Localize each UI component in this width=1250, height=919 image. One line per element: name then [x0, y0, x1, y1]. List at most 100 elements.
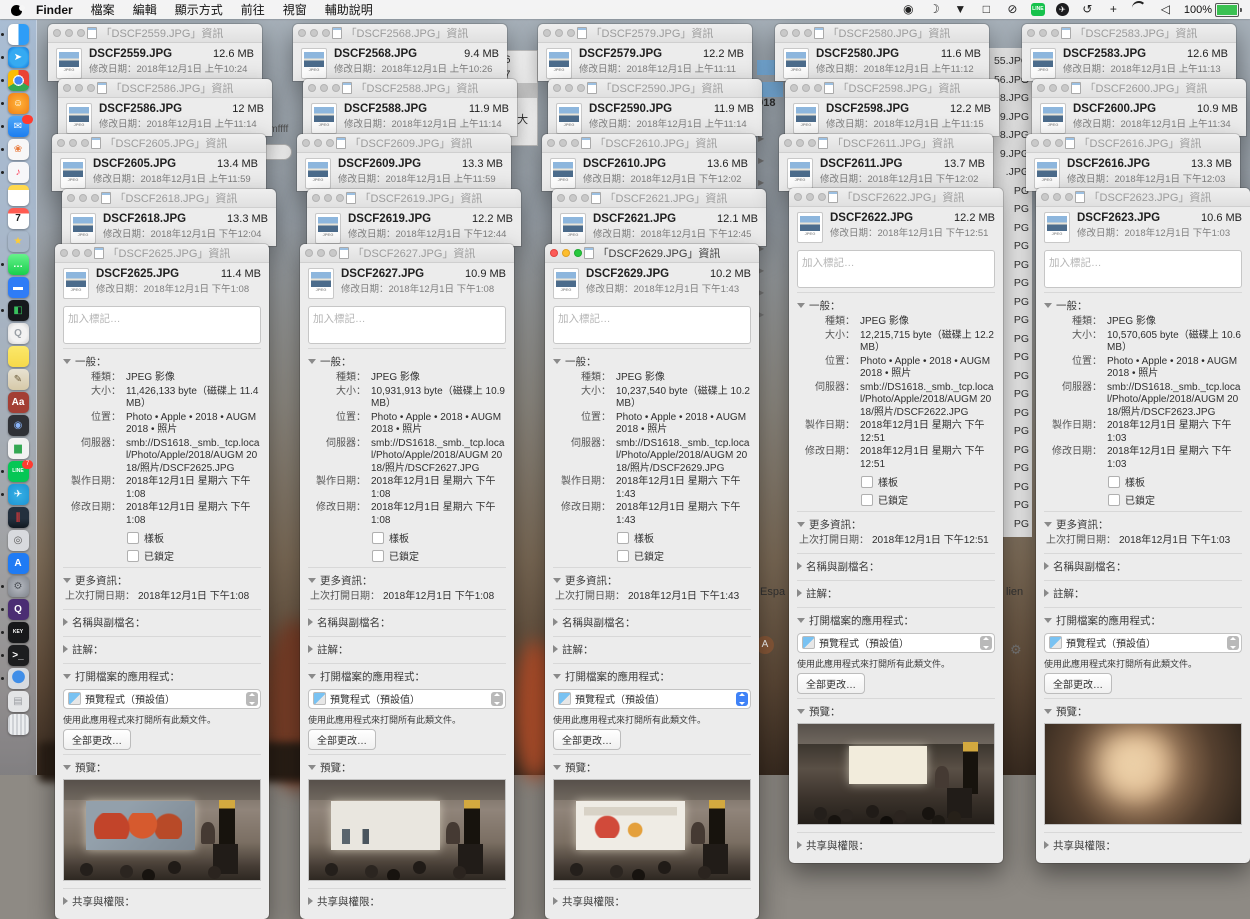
zoom-button[interactable] [1061, 84, 1069, 92]
close-button[interactable] [543, 29, 551, 37]
select-stepper-icon[interactable] [1227, 636, 1239, 650]
close-button[interactable] [794, 193, 802, 201]
minimize-button[interactable] [72, 249, 80, 257]
window-titlebar[interactable]: 「DSCF2605.JPG」資訊 [52, 134, 266, 153]
sharing-header[interactable]: 共享與權限： [1044, 836, 1242, 855]
window-titlebar[interactable]: 「DSCF2590.JPG」資訊 [548, 79, 762, 98]
zoom-button[interactable] [84, 249, 92, 257]
close-button[interactable] [557, 194, 565, 202]
close-button[interactable] [302, 139, 310, 147]
crosshair-icon[interactable]: + [1106, 1, 1121, 18]
apple-menu-icon[interactable] [10, 3, 23, 16]
change-all-button[interactable]: 全部更改… [1044, 673, 1112, 694]
photos-icon[interactable]: ❀ [8, 139, 29, 160]
minimize-button[interactable] [79, 194, 87, 202]
sharing-header[interactable]: 共享與權限： [797, 836, 995, 855]
volume-icon[interactable]: ◁ [1158, 1, 1173, 18]
disclosure-triangle-icon[interactable] [1044, 522, 1052, 527]
file-list-item[interactable]: .JPG [987, 163, 1029, 182]
window-titlebar[interactable]: 「DSCF2622.JPG」資訊 [789, 188, 1003, 207]
dock-item-dark-utility[interactable]: ◧ [0, 299, 36, 322]
general-section-header[interactable]: 一般： [63, 352, 261, 371]
info-window-DSCF2598.JPG[interactable]: 「DSCF2598.JPG」資訊 JPEG DSCF2598.JPG 12.2 … [785, 79, 999, 136]
open-with-select[interactable]: 預覽程式（預設值） [1044, 633, 1242, 653]
minimize-button[interactable] [317, 249, 325, 257]
open-with-header[interactable]: 打開檔案的應用程式： [308, 667, 506, 686]
info-window-DSCF2590.JPG[interactable]: 「DSCF2590.JPG」資訊 JPEG DSCF2590.JPG 11.9 … [548, 79, 762, 136]
moon-icon[interactable]: ☽ [927, 1, 942, 18]
select-stepper-icon[interactable] [246, 692, 258, 706]
comments-header[interactable]: 註解： [308, 640, 506, 659]
dock-item-notes[interactable] [0, 184, 36, 207]
close-button[interactable] [312, 194, 320, 202]
sharing-header[interactable]: 共享與權限： [63, 892, 261, 911]
zoom-button[interactable] [329, 249, 337, 257]
close-button[interactable] [780, 29, 788, 37]
window-manager-icon[interactable]: □ [979, 1, 994, 18]
info-window-DSCF2605.JPG[interactable]: 「DSCF2605.JPG」資訊 JPEG DSCF2605.JPG 13.4 … [52, 134, 266, 191]
info-window-DSCF2610.JPG[interactable]: 「DSCF2610.JPG」資訊 JPEG DSCF2610.JPG 13.6 … [542, 134, 756, 191]
disclosure-triangle-icon[interactable] [553, 618, 558, 626]
info-window-DSCF2559.JPG[interactable]: 「DSCF2559.JPG」資訊 JPEG DSCF2559.JPG 12.6 … [48, 24, 262, 81]
close-button[interactable] [53, 29, 61, 37]
name-extension-header[interactable]: 名稱與副檔名： [797, 557, 995, 576]
safari-icon[interactable]: ➤ [8, 47, 29, 68]
zoom-button[interactable] [322, 29, 330, 37]
chrome-icon[interactable] [8, 70, 29, 91]
window-titlebar[interactable]: 「DSCF2616.JPG」資訊 [1026, 134, 1240, 153]
menu-edit[interactable]: 編輯 [124, 1, 166, 18]
comments-header[interactable]: 註解： [553, 640, 751, 659]
general-section-header[interactable]: 一般： [1044, 296, 1242, 315]
window-titlebar[interactable]: 「DSCF2610.JPG」資訊 [542, 134, 756, 153]
name-extension-header[interactable]: 名稱與副檔名： [63, 613, 261, 632]
dock-item-printer[interactable]: ▤ [0, 690, 36, 713]
info-window-DSCF2623.JPG[interactable]: 「DSCF2623.JPG」資訊 JPEG DSCF2623.JPG 10.6 … [1036, 188, 1250, 863]
window-titlebar[interactable]: 「DSCF2580.JPG」資訊 [775, 24, 989, 43]
window-titlebar[interactable]: 「DSCF2621.JPG」資訊 [552, 189, 766, 208]
menu-help[interactable]: 輔助說明 [316, 1, 382, 18]
info-window-DSCF2621.JPG[interactable]: 「DSCF2621.JPG」資訊 JPEG DSCF2621.JPG 12.1 … [552, 189, 766, 246]
preview-header[interactable]: 預覽： [308, 758, 506, 777]
disclosure-triangle-icon[interactable] [797, 522, 805, 527]
disclosure-triangle-icon[interactable] [553, 645, 558, 653]
orange-face-app-icon[interactable]: ☺ [8, 93, 29, 114]
stationery-pad-checkbox[interactable] [861, 476, 873, 488]
window-titlebar[interactable]: 「DSCF2623.JPG」資訊 [1036, 188, 1250, 207]
dock-item-itunes[interactable]: ♪ [0, 161, 36, 184]
window-titlebar[interactable]: 「DSCF2629.JPG」資訊 [545, 244, 759, 263]
close-button[interactable] [784, 139, 792, 147]
calendar-icon[interactable]: 7 [8, 208, 29, 229]
name-extension-header[interactable]: 名稱與副檔名： [308, 613, 506, 632]
info-window-DSCF2580.JPG[interactable]: 「DSCF2580.JPG」資訊 JPEG DSCF2580.JPG 11.6 … [775, 24, 989, 81]
menu-window[interactable]: 視窗 [274, 1, 316, 18]
minimize-button[interactable] [796, 139, 804, 147]
creative-cloud-icon[interactable]: ◉ [901, 1, 916, 18]
parallels-icon[interactable]: ∥ [8, 507, 29, 528]
disclosure-triangle-icon[interactable] [553, 578, 561, 583]
preview-header[interactable]: 預覽： [1044, 702, 1242, 721]
more-info-section-header[interactable]: 更多資訊： [63, 571, 261, 590]
dock-item-line[interactable]: LINE7 [0, 460, 36, 483]
dock-item-keyboard-maestro[interactable]: KEY [0, 621, 36, 644]
shield-icon[interactable]: ▼ [953, 1, 968, 18]
disclosure-triangle-icon[interactable] [63, 359, 71, 364]
disclosure-triangle-icon[interactable] [797, 589, 802, 597]
minimize-button[interactable] [314, 139, 322, 147]
general-section-header[interactable]: 一般： [308, 352, 506, 371]
more-info-section-header[interactable]: 更多資訊： [797, 515, 995, 534]
stationery-pad-checkbox[interactable] [1108, 476, 1120, 488]
close-button[interactable] [57, 139, 65, 147]
change-all-button[interactable]: 全部更改… [797, 673, 865, 694]
line-icon[interactable]: LINE [1031, 3, 1045, 16]
info-window-DSCF2625.JPG[interactable]: 「DSCF2625.JPG」資訊 JPEG DSCF2625.JPG 11.4 … [55, 244, 269, 919]
find-app-icon[interactable]: Q [8, 599, 29, 620]
stationery-pad-checkbox[interactable] [127, 532, 139, 544]
disclosure-triangle-icon[interactable] [1044, 841, 1049, 849]
star-app-icon[interactable]: ★ [8, 231, 29, 252]
disclosure-triangle-icon[interactable] [308, 674, 316, 679]
info-window-DSCF2579.JPG[interactable]: 「DSCF2579.JPG」資訊 JPEG DSCF2579.JPG 12.2 … [538, 24, 752, 81]
zoom-button[interactable] [332, 84, 340, 92]
zoom-button[interactable] [571, 139, 579, 147]
disclosure-triangle-icon[interactable] [1044, 589, 1049, 597]
window-titlebar[interactable]: 「DSCF2583.JPG」資訊 [1022, 24, 1236, 43]
